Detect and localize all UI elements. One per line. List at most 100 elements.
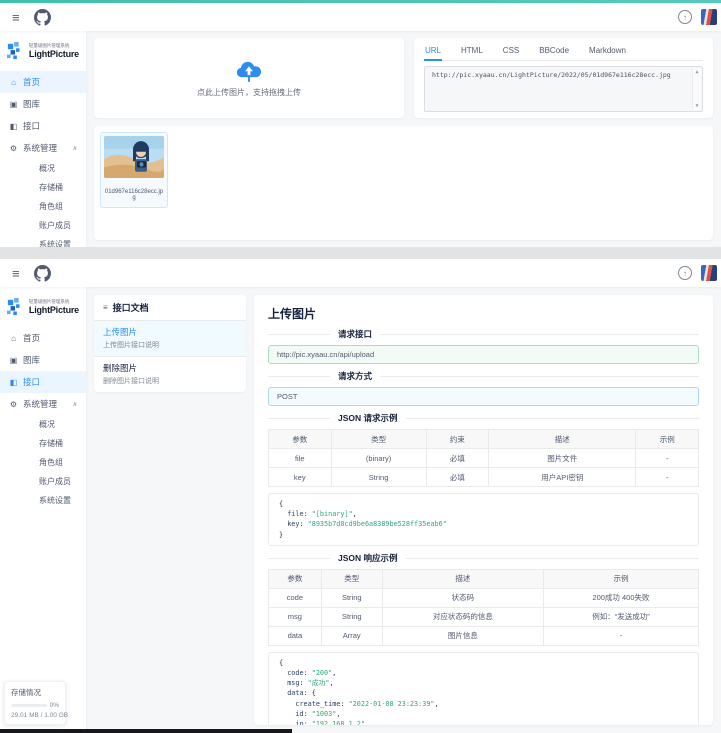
sidebar-item-label: 接口 <box>23 376 40 388</box>
table-cell: 例如：“发送成功” <box>543 607 698 626</box>
sidebar-item[interactable]: ⌂ 首页 <box>0 327 86 349</box>
table-row: code String 状态码 200成功 400失败 <box>269 588 699 607</box>
table-cell: String <box>321 607 382 626</box>
image-thumbnail-tile[interactable]: 01d967e116c28ecc.jpg <box>100 132 168 208</box>
sidebar-item[interactable]: 角色组 <box>0 453 86 472</box>
sidebar-item[interactable]: ▣ 图库 <box>0 349 86 371</box>
logo-mark-icon <box>7 41 25 61</box>
logo-mark-icon <box>7 297 25 317</box>
sidebar-item[interactable]: ◧ 接口 <box>0 115 86 137</box>
sidebar-item-label: 系统设置 <box>39 239 71 247</box>
table-cell: 200成功 400失败 <box>543 588 698 607</box>
user-avatar[interactable] <box>701 9 717 25</box>
user-avatar[interactable] <box>701 265 717 281</box>
scroll-up-icon[interactable]: ▲ <box>695 69 698 75</box>
brand-product-name: LightPicture <box>29 49 79 59</box>
page-canvas: ≡ ↑ 轻量级图片管理系统 LightPictu <box>0 0 721 733</box>
table-header-cell: 参数 <box>269 430 332 449</box>
sidebar-item-icon: ◧ <box>9 378 18 387</box>
table-cell: data <box>269 626 322 645</box>
sidebar-item-icon: ▣ <box>9 356 18 365</box>
table-header-cell: 参数 <box>269 569 322 588</box>
section-label-request-example: JSON 请求示例 <box>330 411 406 425</box>
sidebar-item-icon: ▣ <box>9 100 18 109</box>
menu-icon[interactable]: ≡ <box>12 267 20 280</box>
format-tab[interactable]: CSS <box>502 44 520 60</box>
sidebar-item[interactable]: ◧ 接口 <box>0 371 86 393</box>
link-formats-card: URL HTML CSS BBCode Markdown http: <box>414 38 713 118</box>
brand-logo[interactable]: 轻量级图片管理系统 LightPicture <box>0 287 86 325</box>
format-tab[interactable]: URL <box>424 44 442 60</box>
sidebar-item-label: 系统管理 <box>23 398 57 410</box>
table-header-cell: 示例 <box>543 569 698 588</box>
code-line: msg: "成功", <box>279 678 688 688</box>
request-json-example: { file: "[binary]", key: "8935b7d8cd9be6… <box>268 493 699 546</box>
github-icon[interactable] <box>34 9 51 26</box>
code-line: code: "200", <box>279 668 688 678</box>
doc-list-item[interactable]: 删除图片 删除图片接口说明 <box>94 357 246 392</box>
sidebar-menu: ⌂ 首页 ▣ 图库 ◧ 接口 <box>0 71 86 247</box>
api-doc-title: 上传图片 <box>268 305 699 322</box>
sidebar-item[interactable]: 系统设置 <box>0 235 86 247</box>
docs-list: 上传图片 上传图片接口说明 删除图片 删除图片接口说明 <box>94 321 246 392</box>
sidebar-item-label: 概况 <box>39 419 55 430</box>
table-header-cell: 描述 <box>489 430 636 449</box>
sidebar-item-label: 账户成员 <box>39 220 71 231</box>
menu-icon[interactable]: ≡ <box>12 11 20 24</box>
upload-dropzone[interactable]: 点此上传图片，支持拖拽上传 <box>94 38 404 118</box>
sidebar-item[interactable]: 角色组 <box>0 197 86 216</box>
arrow-up-circle-icon[interactable]: ↑ <box>678 266 692 280</box>
format-tab[interactable]: Markdown <box>588 44 627 60</box>
sidebar-item[interactable]: 概况 <box>0 415 86 434</box>
sidebar-item[interactable]: ⚙ 系统管理 ∧ <box>0 137 86 159</box>
table-cell: 必填 <box>426 468 489 487</box>
scrollbar[interactable]: ▲ ▼ <box>692 68 701 110</box>
doc-list-item[interactable]: 上传图片 上传图片接口说明 <box>94 321 246 357</box>
sidebar-item[interactable]: 存储桶 <box>0 434 86 453</box>
sidebar-item-label: 概况 <box>39 163 55 174</box>
table-header-cell: 类型 <box>321 569 382 588</box>
sidebar-item[interactable]: ⚙ 系统管理 ∧ <box>0 393 86 415</box>
api-doc-card: 上传图片 请求接口 http://pic.xyaau.cn/api/upload… <box>254 295 713 725</box>
sidebar: 轻量级图片管理系统 LightPicture ⌂ 首页 ▣ <box>0 287 86 733</box>
thumbnail-filename: 01d967e116c28ecc.jpg <box>104 189 164 204</box>
sidebar-item[interactable]: 存储桶 <box>0 178 86 197</box>
table-cell: code <box>269 588 322 607</box>
sidebar-item[interactable]: 概况 <box>0 159 86 178</box>
format-tab[interactable]: HTML <box>460 44 484 60</box>
code-line: create_time: "2022-01-08 23:23:39", <box>279 699 688 709</box>
table-row: data Array 图片信息 - <box>269 626 699 645</box>
code-line: key: "8935b7d8cd9be6a8389be528ff35eab6" <box>279 519 688 529</box>
arrow-up-circle-icon[interactable]: ↑ <box>678 10 692 24</box>
format-tab[interactable]: BBCode <box>538 44 570 60</box>
sidebar-item[interactable]: 账户成员 <box>0 472 86 491</box>
sidebar-item[interactable]: 系统设置 <box>0 491 86 510</box>
sidebar-item-label: 接口 <box>23 120 40 132</box>
code-line: id: "1003", <box>279 709 688 719</box>
sidebar: 轻量级图片管理系统 LightPicture ⌂ 首页 ▣ <box>0 31 86 247</box>
sidebar-item[interactable]: ⌂ 首页 <box>0 71 86 93</box>
request-params-table: 参数类型约束描述示例 file (binary) 必填 图片文件 - <box>268 429 699 487</box>
sidebar-item-label: 系统设置 <box>39 495 71 506</box>
response-table-header-row: 参数类型描述示例 <box>269 569 699 588</box>
response-params-table: 参数类型描述示例 code String 状态码 200成功 400失败 <box>268 569 699 646</box>
sidebar-item[interactable]: 账户成员 <box>0 216 86 235</box>
doc-item-title: 删除图片 <box>103 362 237 374</box>
table-cell: file <box>269 449 332 468</box>
sidebar-item-icon: ◧ <box>9 122 18 131</box>
scroll-down-icon[interactable]: ▼ <box>695 103 698 109</box>
url-textarea[interactable]: http://pic.xyaau.cn/LightPicture/2022/05… <box>424 66 703 112</box>
thumbnail-image <box>104 136 164 178</box>
gallery-card: 01d967e116c28ecc.jpg <box>94 126 713 240</box>
endpoint-input[interactable]: http://pic.xyaau.cn/api/upload <box>268 345 699 364</box>
code-line: ip: "192.168.1.2", <box>279 719 688 725</box>
sidebar-item[interactable]: ▣ 图库 <box>0 93 86 115</box>
brand-logo[interactable]: 轻量级图片管理系统 LightPicture <box>0 31 86 69</box>
bottom-content: ≡ 接口文档 上传图片 上传图片接口说明 删除图片 <box>86 287 721 733</box>
sidebar-item-icon: ⌂ <box>9 334 18 343</box>
github-icon[interactable] <box>34 265 51 282</box>
method-input[interactable]: POST <box>268 387 699 406</box>
section-divider: 请求方式 <box>268 369 699 383</box>
table-cell: (binary) <box>331 449 426 468</box>
storage-widget: 存储情况 0% 29.01 MB / 1.00 GB <box>4 681 66 725</box>
